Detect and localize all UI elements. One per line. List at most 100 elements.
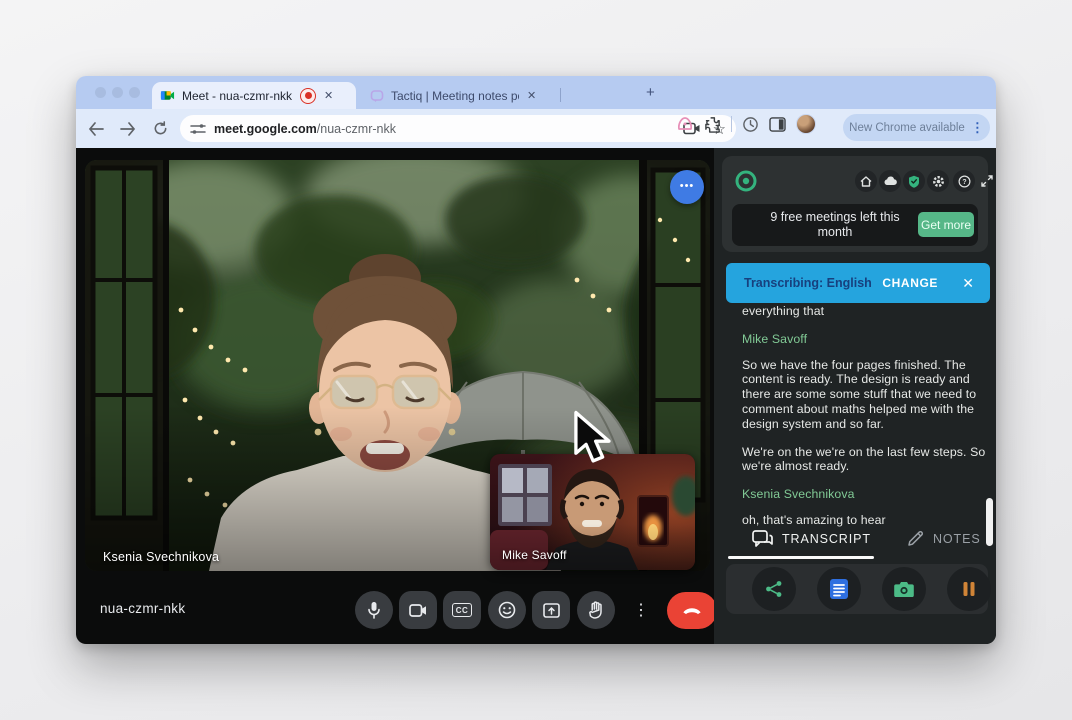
main-participant-label: Ksenia Svechnikova	[103, 550, 219, 564]
more-vertical-icon[interactable]: ⋮	[971, 120, 984, 136]
close-tab-icon[interactable]: ✕	[324, 89, 333, 102]
history-icon[interactable]	[742, 116, 759, 133]
transcript-text: We're on the we're on the last few steps…	[742, 445, 992, 475]
tab-transcript-label: TRANSCRIPT	[782, 532, 871, 546]
reactions-button[interactable]	[488, 591, 526, 629]
mic-icon	[367, 601, 381, 619]
resize-arrows-icon	[981, 175, 993, 187]
tab-strip: Meet - nua-czmr-nkk ✕ Tactiq | Meeting n…	[76, 76, 996, 109]
tactiq-tab-bar: TRANSCRIPT NOTES	[714, 528, 996, 558]
share-icon	[765, 580, 783, 598]
tab-notes[interactable]: NOTES	[907, 530, 981, 547]
tactiq-logo-icon	[734, 169, 758, 193]
site-settings-icon	[190, 122, 206, 136]
window-close-button[interactable]	[95, 87, 106, 98]
more-options-button[interactable]: ⋮	[622, 591, 660, 629]
pause-recording-button[interactable]	[947, 567, 991, 611]
forward-arrow-icon	[120, 122, 136, 136]
more-vertical-icon: ⋮	[633, 600, 649, 620]
shield-check-icon	[908, 175, 920, 188]
window-zoom-button[interactable]	[129, 87, 140, 98]
url-path: /nua-czmr-nkk	[317, 122, 396, 136]
settings-button[interactable]	[927, 170, 949, 192]
transcript-text: oh, that's amazing to hear	[742, 513, 992, 528]
reload-button[interactable]	[148, 117, 172, 141]
emoji-icon	[498, 601, 516, 619]
close-tab-icon[interactable]: ✕	[527, 89, 536, 102]
side-panel-icon[interactable]	[769, 117, 786, 132]
pause-icon	[962, 581, 976, 597]
recording-indicator-icon	[300, 88, 316, 104]
meet-favicon-icon	[160, 88, 175, 103]
svg-text:?: ?	[962, 178, 966, 185]
share-button[interactable]	[752, 567, 796, 611]
transcribing-banner: Transcribing: English CHANGE ✕	[726, 263, 990, 303]
google-docs-button[interactable]	[817, 567, 861, 611]
end-call-button[interactable]	[667, 592, 717, 629]
tab-meet[interactable]: Meet - nua-czmr-nkk ✕	[152, 82, 356, 109]
collapse-panel-button[interactable]	[976, 170, 996, 192]
get-more-button[interactable]: Get more	[918, 212, 974, 237]
videocam-icon	[409, 604, 427, 617]
raise-hand-button[interactable]	[577, 591, 615, 629]
toolbar-divider	[731, 116, 732, 132]
credits-banner: 9 free meetings left this month Get more	[732, 204, 978, 246]
tactiq-header-panel: ? 9 free meetings left this month Get mo…	[722, 156, 988, 252]
pip-participant-label: Mike Savoff	[502, 548, 567, 562]
meeting-code: nua-czmr-nkk	[100, 601, 185, 616]
transcript-text: So we have the four pages finished. The …	[742, 358, 992, 432]
address-bar[interactable]: meet.google.com/nua-czmr-nkk ☆	[180, 115, 736, 142]
reload-icon	[153, 121, 168, 136]
meet-content: Ksenia Svechnikova •••	[76, 148, 996, 644]
mouse-cursor	[572, 410, 618, 466]
camera-button[interactable]	[399, 591, 437, 629]
back-arrow-icon	[88, 122, 104, 136]
help-icon: ?	[958, 175, 971, 188]
transcript-speaker: Mike Savoff	[742, 332, 992, 347]
chrome-update-label: New Chrome available	[849, 122, 965, 134]
profile-avatar[interactable]	[796, 114, 816, 134]
browser-window: Meet - nua-czmr-nkk ✕ Tactiq | Meeting n…	[76, 76, 996, 644]
chat-dots-icon: •••	[680, 180, 695, 192]
browser-toolbar: meet.google.com/nua-czmr-nkk ☆	[76, 109, 996, 148]
privacy-shield-button[interactable]	[903, 170, 925, 192]
transcribing-label: Transcribing: English	[744, 276, 872, 290]
new-tab-button[interactable]: +	[646, 84, 655, 101]
tab-separator	[560, 88, 561, 102]
cloud-button[interactable]	[879, 170, 901, 192]
chat-bubble-button[interactable]: •••	[670, 170, 704, 204]
camera-photo-icon	[894, 581, 914, 598]
home-button[interactable]	[855, 170, 877, 192]
pencil-icon	[907, 530, 924, 547]
present-screen-icon	[543, 603, 560, 618]
tactiq-extension-icon[interactable]	[676, 116, 694, 132]
tab-transcript[interactable]: TRANSCRIPT	[752, 530, 871, 548]
extensions-puzzle-icon[interactable]	[704, 116, 721, 133]
docs-icon	[828, 578, 850, 600]
active-tab-underline	[728, 556, 874, 559]
mic-button[interactable]	[355, 591, 393, 629]
tab-title: Meet - nua-czmr-nkk	[182, 89, 292, 103]
home-icon	[860, 176, 872, 187]
screenshot-button[interactable]	[882, 567, 926, 611]
cloud-icon	[884, 176, 897, 186]
chrome-update-button[interactable]: New Chrome available ⋮	[843, 114, 990, 141]
raised-hand-icon	[588, 601, 604, 619]
forward-button[interactable]	[116, 117, 140, 141]
present-button[interactable]	[532, 591, 570, 629]
change-language-button[interactable]: CHANGE	[882, 276, 938, 290]
tactiq-favicon-icon	[370, 89, 384, 103]
help-button[interactable]: ?	[953, 170, 975, 192]
close-icon[interactable]: ✕	[962, 275, 974, 292]
tactiq-action-bar	[726, 564, 988, 614]
url-host: meet.google.com	[214, 122, 317, 136]
transcript-chat-icon	[752, 530, 773, 548]
transcript-text: everything that	[742, 304, 992, 319]
tab-tactiq[interactable]: Tactiq | Meeting notes powe ✕	[362, 82, 554, 109]
credits-text: 9 free meetings left this month	[756, 210, 914, 240]
captions-button[interactable]: CC	[443, 591, 481, 629]
end-call-icon	[682, 606, 702, 615]
window-minimize-button[interactable]	[112, 87, 123, 98]
back-button[interactable]	[84, 117, 108, 141]
pip-video-tile[interactable]: Mike Savoff	[490, 454, 695, 570]
